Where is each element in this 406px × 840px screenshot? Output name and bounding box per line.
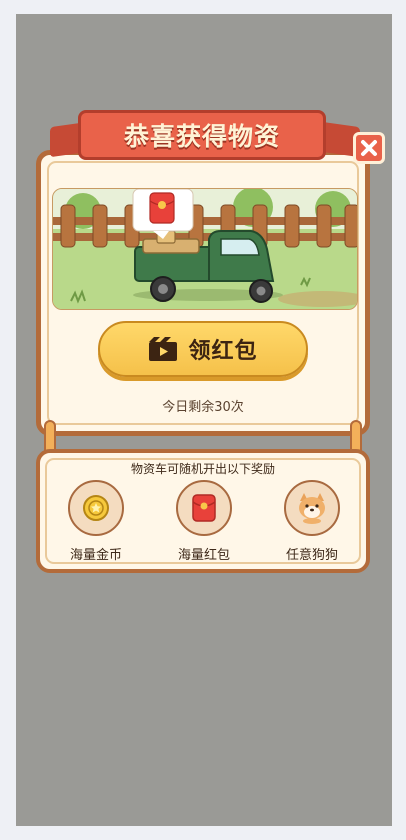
reward-item-dog: 任意狗狗 <box>272 480 352 563</box>
close-button[interactable] <box>353 132 385 164</box>
red-envelope-icon <box>192 494 216 522</box>
red-envelope-icon <box>149 192 175 224</box>
claim-red-envelope-button[interactable]: 领红包 <box>98 321 308 377</box>
reward-label: 海量金币 <box>69 548 122 563</box>
reward-label: 海量红包 <box>177 548 230 563</box>
remaining-count-text: 今日剩余30次 <box>162 400 244 415</box>
video-play-icon <box>149 337 178 361</box>
popup-title: 恭喜获得物资 <box>123 122 280 151</box>
title-ribbon: 恭喜获得物资 <box>78 110 326 160</box>
truck-scene-illustration <box>52 188 358 310</box>
close-icon <box>361 140 377 156</box>
reward-item-red-envelope: 海量红包 <box>164 480 244 563</box>
reward-item-coins: 海量金币 <box>56 480 136 563</box>
dog-icon <box>299 493 325 524</box>
coin-icon <box>83 495 109 521</box>
rewards-title: 物资车可随机开出以下奖励 <box>130 462 275 476</box>
reward-label: 任意狗狗 <box>285 548 338 563</box>
claim-button-label: 领红包 <box>188 339 258 364</box>
